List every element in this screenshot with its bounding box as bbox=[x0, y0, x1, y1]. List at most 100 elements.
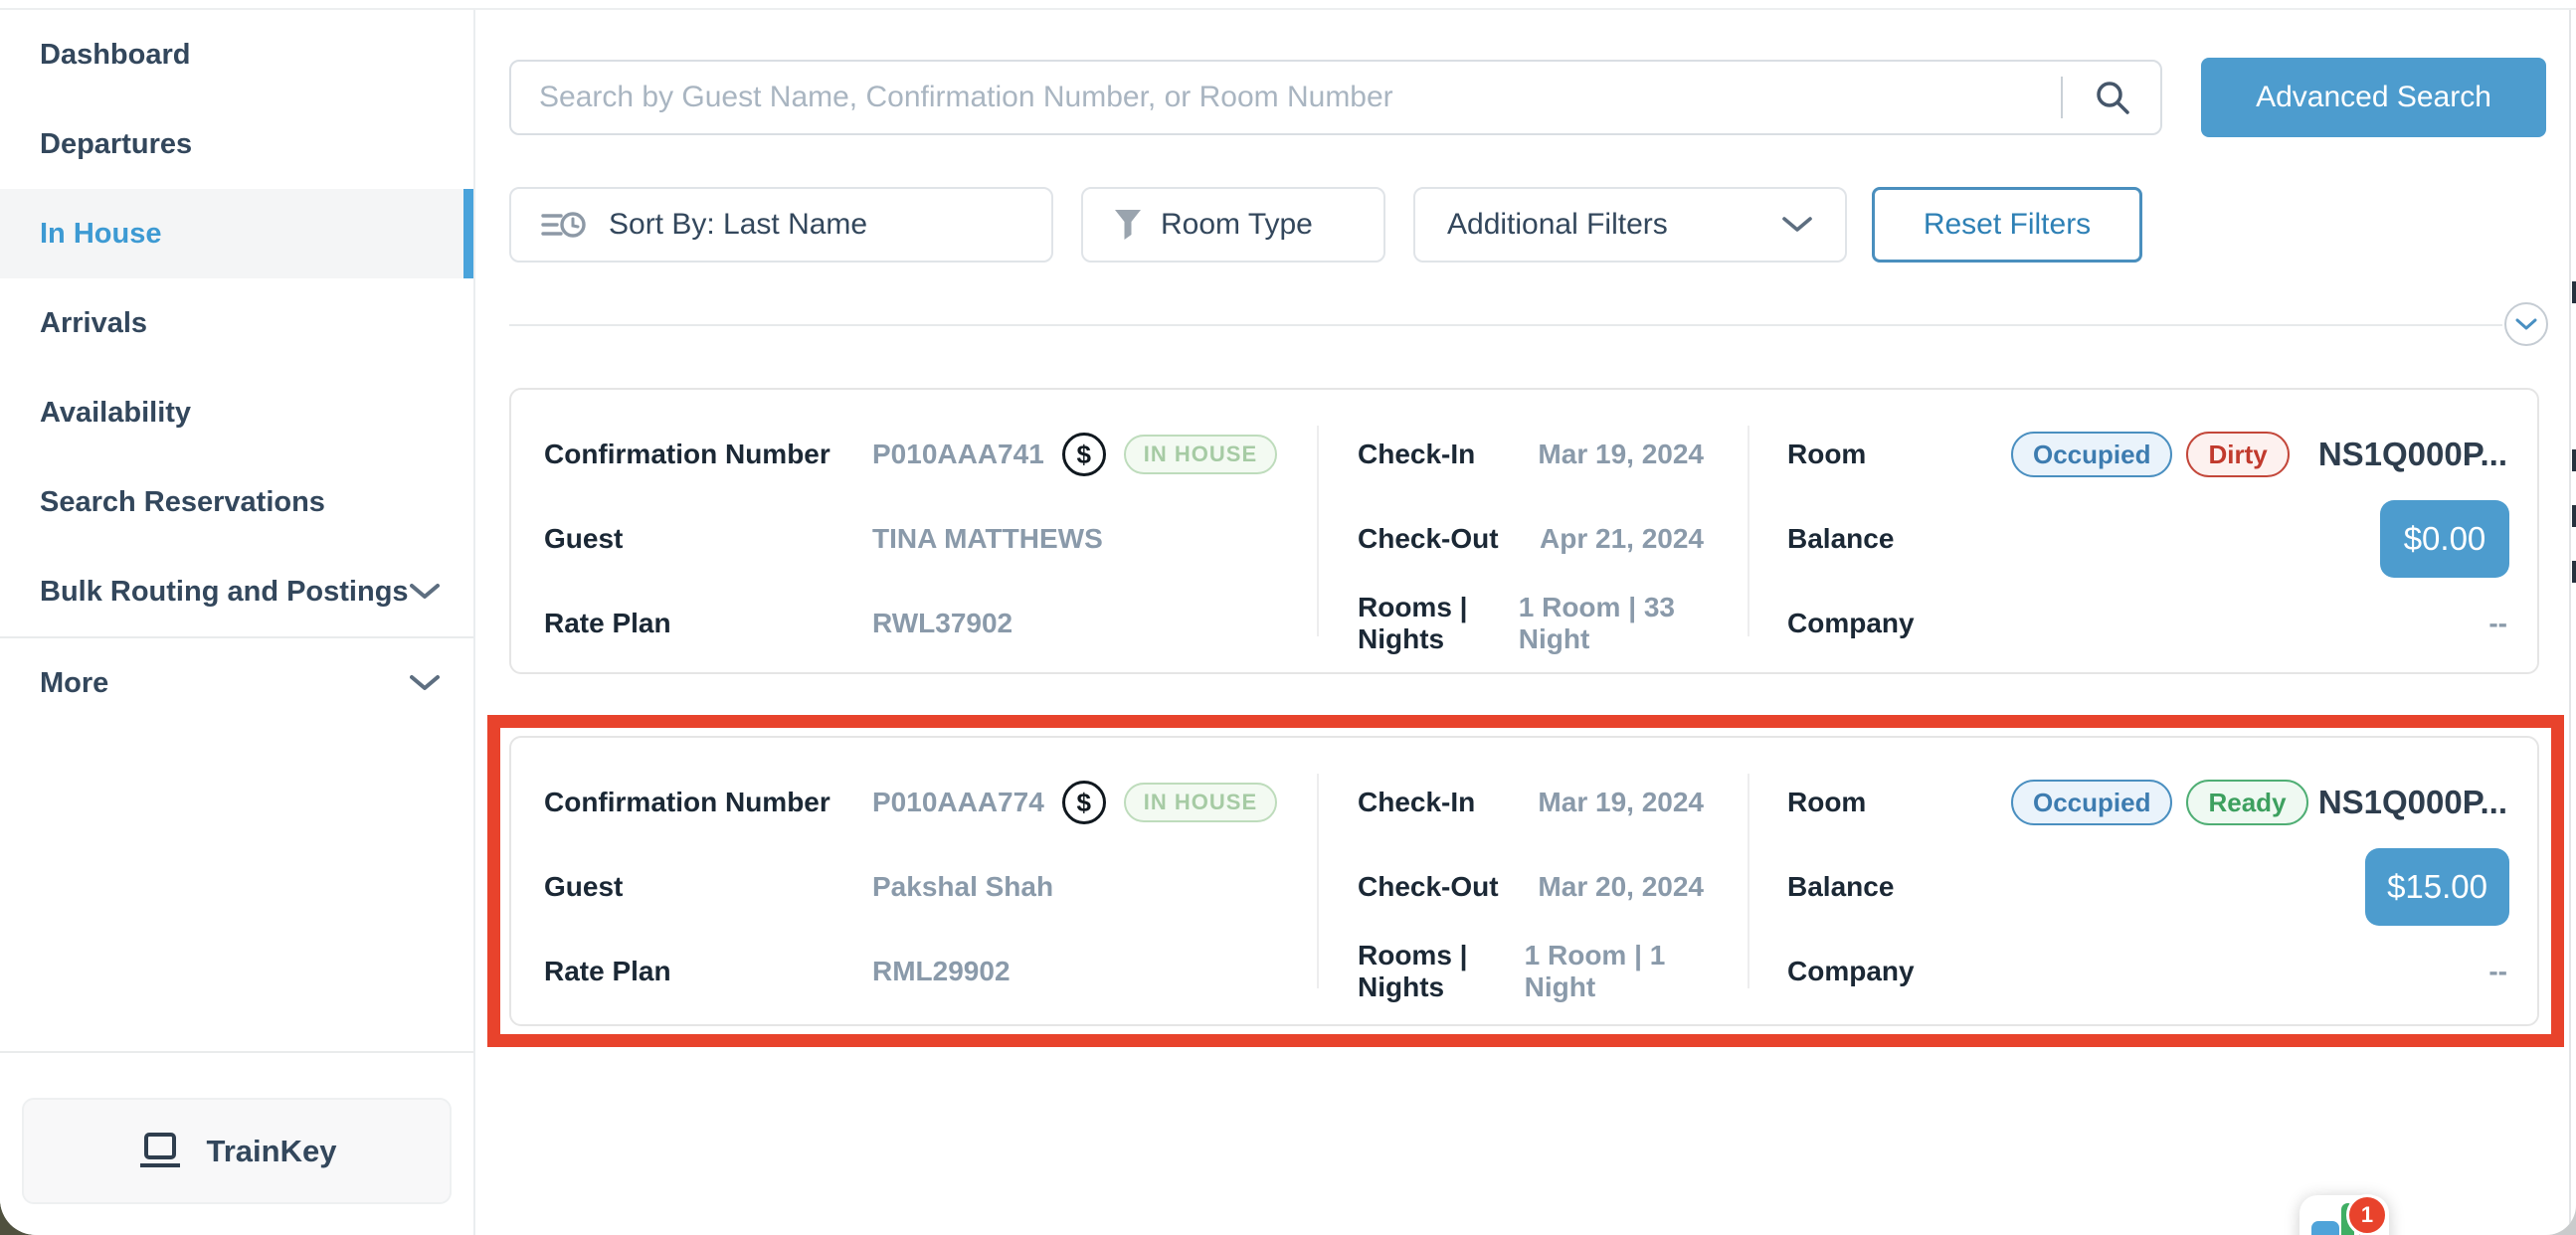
chat-widget-button[interactable]: 1 bbox=[2300, 1195, 2389, 1235]
room-number-value: NS1Q000P... bbox=[2318, 784, 2507, 821]
reservation-card-selected[interactable]: Confirmation Number P010AAA774 $ IN HOUS… bbox=[509, 736, 2539, 1026]
check-in-label: Check-In bbox=[1358, 439, 1475, 470]
notification-badge: 1 bbox=[2346, 1194, 2388, 1235]
confirmation-number-value[interactable]: P010AAA774 bbox=[872, 787, 1044, 818]
in-house-status-badge: IN HOUSE bbox=[1124, 783, 1277, 822]
balance-button[interactable]: $0.00 bbox=[2380, 500, 2509, 578]
search-icon[interactable] bbox=[2093, 78, 2132, 117]
sidebar-item-in-house[interactable]: In House bbox=[0, 189, 473, 278]
search-input[interactable] bbox=[511, 81, 2061, 114]
search-divider bbox=[2061, 77, 2063, 118]
room-label: Room bbox=[1787, 787, 1866, 818]
chevron-down-icon bbox=[410, 675, 440, 691]
room-type-filter[interactable]: Room Type bbox=[1081, 187, 1385, 263]
check-in-label: Check-In bbox=[1358, 787, 1475, 818]
additional-filters-dropdown[interactable]: Additional Filters bbox=[1413, 187, 1847, 263]
rooms-nights-label: Rooms | Nights bbox=[1358, 940, 1525, 1003]
clipped-content-fragment bbox=[2572, 561, 2576, 583]
check-in-value: Mar 19, 2024 bbox=[1538, 439, 1704, 470]
check-out-value: Mar 20, 2024 bbox=[1538, 871, 1704, 903]
card-section-divider bbox=[1317, 774, 1319, 988]
sidebar-item-dashboard[interactable]: Dashboard bbox=[0, 10, 473, 99]
sidebar-item-label: Arrivals bbox=[40, 307, 147, 340]
search-box bbox=[509, 60, 2162, 135]
sort-by-label: Sort By: Last Name bbox=[609, 208, 867, 242]
sidebar-item-arrivals[interactable]: Arrivals bbox=[0, 278, 473, 368]
company-value: -- bbox=[2488, 608, 2507, 639]
clipped-content-fragment bbox=[2572, 281, 2576, 303]
room-type-label: Room Type bbox=[1161, 208, 1313, 242]
advanced-search-button[interactable]: Advanced Search bbox=[2201, 58, 2546, 137]
clipped-content-fragment bbox=[2572, 505, 2576, 527]
check-out-label: Check-Out bbox=[1358, 871, 1499, 903]
sidebar: Dashboard Departures In House Arrivals A… bbox=[0, 10, 475, 1235]
sidebar-item-departures[interactable]: Departures bbox=[0, 99, 473, 189]
sidebar-item-label: More bbox=[40, 667, 108, 700]
housekeeping-status-chip: Dirty bbox=[2186, 432, 2289, 477]
sidebar-bottom-divider bbox=[0, 1051, 473, 1053]
card-section-divider bbox=[1317, 426, 1319, 636]
app-window: Dashboard Departures In House Arrivals A… bbox=[0, 0, 2576, 1235]
sidebar-item-availability[interactable]: Availability bbox=[0, 368, 473, 457]
laptop-icon bbox=[137, 1132, 183, 1171]
sort-by-dropdown[interactable]: Sort By: Last Name bbox=[509, 187, 1053, 263]
confirmation-number-value[interactable]: P010AAA741 bbox=[872, 439, 1044, 470]
trainkey-button[interactable]: TrainKey bbox=[22, 1098, 452, 1204]
company-value: -- bbox=[2488, 956, 2507, 987]
room-number-value: NS1Q000P... bbox=[2318, 436, 2507, 473]
dollar-circle-icon[interactable]: $ bbox=[1062, 781, 1106, 824]
balance-amount: $15.00 bbox=[2387, 868, 2487, 906]
balance-label: Balance bbox=[1787, 871, 1894, 903]
dollar-circle-icon[interactable]: $ bbox=[1062, 433, 1106, 476]
sidebar-item-label: Availability bbox=[40, 397, 191, 430]
sidebar-item-search-reservations[interactable]: Search Reservations bbox=[0, 457, 473, 547]
confirmation-number-label: Confirmation Number bbox=[544, 787, 872, 818]
company-label: Company bbox=[1787, 608, 1915, 639]
content-divider bbox=[509, 324, 2502, 326]
chevron-down-icon bbox=[1781, 216, 1813, 234]
card-section-divider bbox=[1748, 426, 1749, 636]
rate-plan-value: RWL37902 bbox=[872, 608, 1012, 639]
advanced-search-label: Advanced Search bbox=[2256, 81, 2491, 114]
sidebar-item-label: Departures bbox=[40, 128, 192, 161]
reset-filters-label: Reset Filters bbox=[1924, 208, 2091, 242]
housekeeping-status-chip: Ready bbox=[2186, 780, 2307, 825]
collapse-chevron-button[interactable] bbox=[2504, 302, 2548, 346]
in-house-status-badge: IN HOUSE bbox=[1124, 435, 1277, 474]
sidebar-nav: Dashboard Departures In House Arrivals A… bbox=[0, 10, 473, 728]
check-out-value: Apr 21, 2024 bbox=[1540, 523, 1704, 555]
confirmation-number-label: Confirmation Number bbox=[544, 439, 872, 470]
clipped-content-fragment bbox=[2572, 449, 2576, 471]
guest-label: Guest bbox=[544, 523, 872, 555]
sidebar-item-label: Bulk Routing and Postings bbox=[40, 576, 409, 609]
trainkey-label: TrainKey bbox=[207, 1134, 337, 1169]
notification-count: 1 bbox=[2361, 1202, 2373, 1228]
rooms-nights-value: 1 Room | 1 Night bbox=[1525, 940, 1704, 1003]
occupancy-status-chip: Occupied bbox=[2011, 432, 2172, 477]
chevron-down-icon bbox=[410, 584, 440, 600]
room-label: Room bbox=[1787, 439, 1866, 470]
rooms-nights-value: 1 Room | 33 Night bbox=[1519, 592, 1704, 655]
check-out-label: Check-Out bbox=[1358, 523, 1499, 555]
funnel-icon bbox=[1113, 208, 1143, 242]
sidebar-item-bulk-routing[interactable]: Bulk Routing and Postings bbox=[0, 547, 473, 636]
balance-label: Balance bbox=[1787, 523, 1894, 555]
sort-icon bbox=[541, 209, 587, 241]
sidebar-item-label: Dashboard bbox=[40, 39, 190, 72]
rate-plan-value: RML29902 bbox=[872, 956, 1011, 987]
occupancy-status-chip: Occupied bbox=[2011, 780, 2172, 825]
reset-filters-button[interactable]: Reset Filters bbox=[1872, 187, 2142, 263]
balance-button[interactable]: $15.00 bbox=[2365, 848, 2509, 926]
sidebar-item-more[interactable]: More bbox=[0, 638, 473, 728]
guest-label: Guest bbox=[544, 871, 872, 903]
check-in-value: Mar 19, 2024 bbox=[1538, 787, 1704, 818]
reservation-card[interactable]: Confirmation Number P010AAA741 $ IN HOUS… bbox=[509, 388, 2539, 674]
chat-widget-icon bbox=[2311, 1221, 2339, 1235]
rooms-nights-label: Rooms | Nights bbox=[1358, 592, 1519, 655]
guest-name-value: TINA MATTHEWS bbox=[872, 523, 1103, 555]
card-section-divider bbox=[1748, 774, 1749, 988]
additional-filters-label: Additional Filters bbox=[1447, 208, 1668, 242]
company-label: Company bbox=[1787, 956, 1915, 987]
sidebar-item-label: In House bbox=[40, 218, 161, 251]
balance-amount: $0.00 bbox=[2404, 520, 2486, 558]
